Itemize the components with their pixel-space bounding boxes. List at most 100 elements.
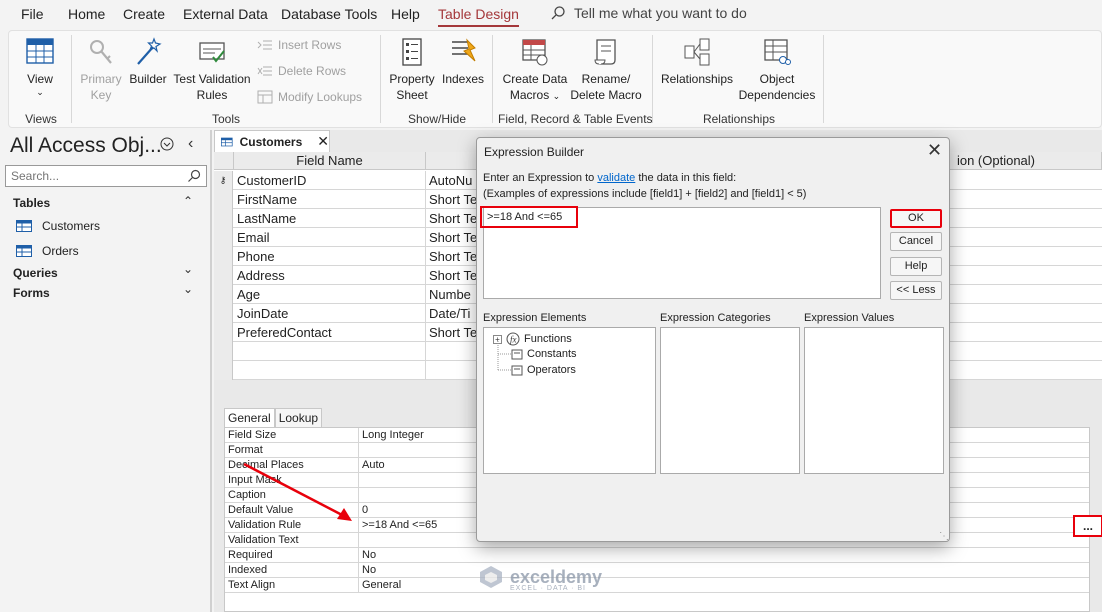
nav-menu-chevron-icon[interactable] <box>160 137 174 151</box>
nav-item-customers[interactable]: Customers <box>16 219 100 233</box>
data-type-cell[interactable]: Short Te <box>429 192 477 207</box>
tab-lookup[interactable]: Lookup <box>274 408 323 428</box>
data-type-cell[interactable]: Numbe <box>429 287 471 302</box>
nav-group-queries[interactable]: Queries <box>13 266 58 280</box>
expression-values-list[interactable] <box>804 327 944 474</box>
field-name-cell[interactable]: Phone <box>237 249 275 264</box>
data-type-cell[interactable]: Short Te <box>429 268 477 283</box>
close-icon[interactable]: ✕ <box>317 133 329 150</box>
create-data-macros-label-2: Macros <box>509 88 550 102</box>
nav-group-forms[interactable]: Forms <box>13 286 50 300</box>
menu-external-data[interactable]: External Data <box>183 6 268 22</box>
chevron-down-icon[interactable]: ⌄ <box>183 282 193 296</box>
validation-icon <box>199 42 225 63</box>
tree-lines <box>497 341 511 371</box>
create-data-macros-button[interactable]: Create Data Macros ⌄ <box>499 37 571 104</box>
ok-button[interactable]: OK <box>890 209 942 228</box>
help-button[interactable]: Help <box>890 257 942 276</box>
nav-group-tables[interactable]: Tables <box>13 196 50 210</box>
data-type-cell[interactable]: Short Te <box>429 211 477 226</box>
expression-text[interactable]: >=18 And <=65 <box>487 211 562 223</box>
property-value[interactable]: General <box>362 579 401 591</box>
menu-file[interactable]: File <box>21 6 44 22</box>
collapse-pane-icon[interactable]: ‹ <box>188 135 193 153</box>
property-row[interactable]: Required No <box>225 548 1089 563</box>
nav-search-input[interactable] <box>6 166 176 186</box>
tree-item-constants[interactable]: Constants <box>511 348 577 360</box>
expression-elements-list[interactable]: + fx Functions Constants Operators <box>483 327 656 474</box>
modify-lookups-button[interactable]: Modify Lookups <box>257 90 362 104</box>
field-name-cell[interactable]: JoinDate <box>237 306 288 321</box>
field-name-cell[interactable]: FirstName <box>237 192 297 207</box>
relationships-icon <box>684 38 710 66</box>
row-selector[interactable] <box>214 285 233 304</box>
property-row[interactable]: Indexed No <box>225 563 1089 578</box>
expression-categories-list[interactable] <box>660 327 800 474</box>
property-value[interactable]: 0 <box>362 504 368 516</box>
row-selector[interactable] <box>214 361 233 380</box>
close-icon[interactable]: ✕ <box>927 140 942 161</box>
row-selector[interactable] <box>214 323 233 342</box>
property-value[interactable]: Auto <box>362 459 385 471</box>
indexes-button[interactable]: Indexes <box>440 37 486 87</box>
tab-general[interactable]: General <box>224 408 275 428</box>
watermark-logo: exceldemy EXCEL · DATA · BI <box>478 564 602 592</box>
property-sheet-label-2: Sheet <box>396 88 428 102</box>
field-name-cell[interactable]: Age <box>237 287 260 302</box>
data-type-cell[interactable]: Date/Ti <box>429 306 470 321</box>
tell-me-search[interactable]: Tell me what you want to do <box>550 5 747 21</box>
row-selector[interactable] <box>214 266 233 285</box>
nav-item-orders[interactable]: Orders <box>16 244 79 258</box>
property-label: Field Size <box>228 429 277 441</box>
row-selector[interactable] <box>214 304 233 323</box>
data-type-cell[interactable]: Short Te <box>429 249 477 264</box>
field-name-cell[interactable]: CustomerID <box>237 173 306 188</box>
property-value[interactable]: Long Integer <box>362 429 424 441</box>
expression-builder-dialog: Expression Builder ✕ Enter an Expression… <box>476 137 950 542</box>
primary-key-button[interactable]: Primary Key <box>79 37 123 103</box>
field-name-header: Field Name <box>234 152 426 170</box>
menu-table-design[interactable]: Table Design <box>438 6 519 27</box>
field-name-cell[interactable]: PreferedContact <box>237 325 332 340</box>
test-validation-rules-button[interactable]: Test Validation Rules <box>172 37 252 103</box>
property-value[interactable]: No <box>362 564 376 576</box>
expression-builder-button[interactable]: ... <box>1073 515 1102 537</box>
data-type-cell[interactable]: AutoNu <box>429 173 472 188</box>
validation-rule-value[interactable]: >=18 And <=65 <box>362 519 437 531</box>
row-selector[interactable] <box>214 247 233 266</box>
insert-rows-button[interactable]: Insert Rows <box>257 38 341 52</box>
chevron-down-icon[interactable]: ⌄ <box>183 262 193 276</box>
property-row[interactable]: Text Align General <box>225 578 1089 593</box>
menu-help[interactable]: Help <box>391 6 420 22</box>
field-name-cell[interactable]: LastName <box>237 211 296 226</box>
cancel-button[interactable]: Cancel <box>890 232 942 251</box>
object-dependencies-button[interactable]: Object Dependencies <box>737 37 817 103</box>
less-button[interactable]: << Less <box>890 281 942 300</box>
validate-link[interactable]: validate <box>597 172 635 184</box>
relationships-button[interactable]: Relationships <box>659 37 735 87</box>
search-icon[interactable] <box>187 169 201 183</box>
tab-customers[interactable]: Customers ✕ <box>214 130 330 152</box>
data-type-cell[interactable]: Short Te <box>429 230 477 245</box>
data-type-cell[interactable]: Short Te <box>429 325 477 340</box>
builder-ribbon-button[interactable]: Builder <box>127 37 169 87</box>
chevron-up-icon[interactable]: ⌃ <box>183 194 193 208</box>
rename-delete-macro-button[interactable]: Rename/ Delete Macro <box>569 37 643 103</box>
tree-item-operators[interactable]: Operators <box>511 364 576 376</box>
nav-title[interactable]: All Access Obj... <box>10 134 162 158</box>
field-name-cell[interactable]: Email <box>237 230 270 245</box>
property-sheet-button[interactable]: Property Sheet <box>387 37 437 103</box>
field-name-cell[interactable]: Address <box>237 268 285 283</box>
row-selector[interactable] <box>214 342 233 361</box>
dialog-examples: (Examples of expressions include [field1… <box>483 188 807 200</box>
view-button[interactable]: View ⌄ <box>17 37 63 97</box>
property-value[interactable]: No <box>362 549 376 561</box>
row-selector[interactable] <box>214 209 233 228</box>
row-selector[interactable] <box>214 190 233 209</box>
row-selector[interactable] <box>214 228 233 247</box>
menu-database-tools[interactable]: Database Tools <box>281 6 377 22</box>
delete-rows-button[interactable]: Delete Rows <box>257 64 346 78</box>
resize-grip-icon[interactable]: ⋱ <box>939 531 949 542</box>
menu-home[interactable]: Home <box>68 6 105 22</box>
menu-create[interactable]: Create <box>123 6 165 22</box>
